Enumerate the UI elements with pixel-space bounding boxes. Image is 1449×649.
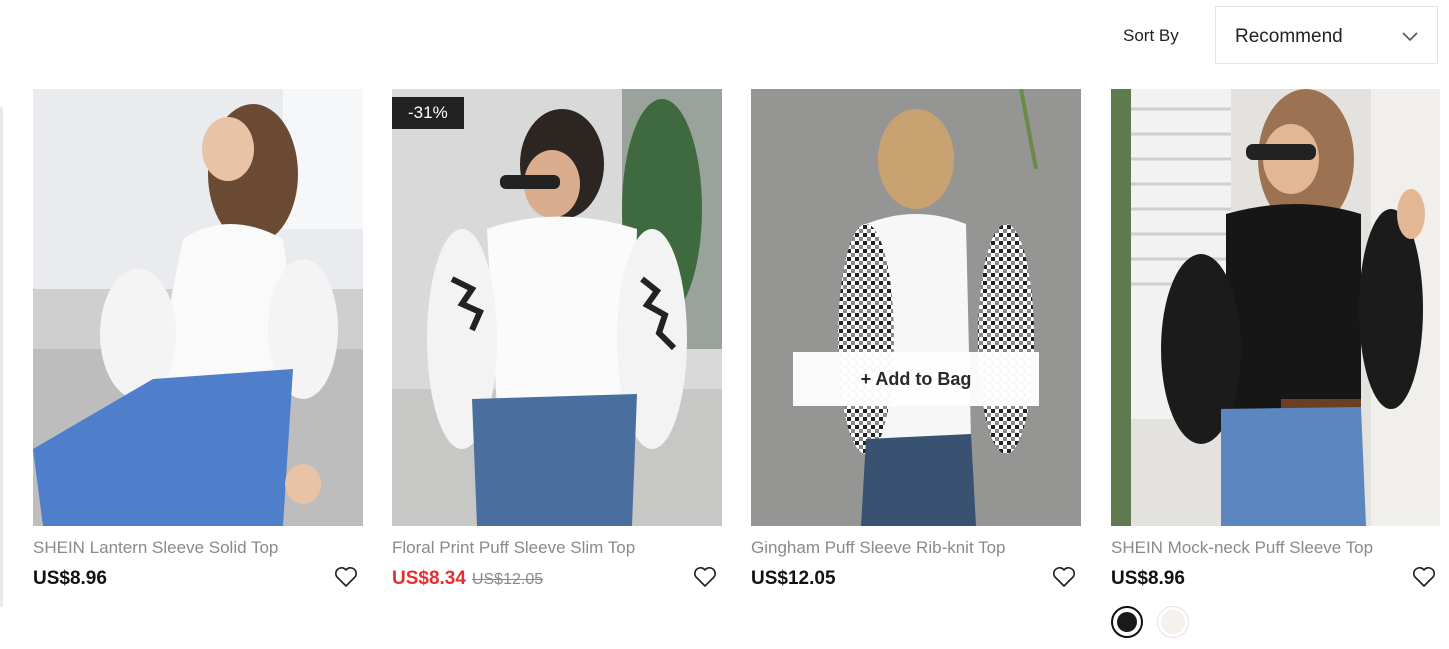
product-card[interactable]: SHEIN Lantern Sleeve Solid Top US$8.96	[33, 89, 363, 592]
product-title[interactable]: SHEIN Mock-neck Puff Sleeve Top	[1111, 538, 1441, 558]
product-card[interactable]: SHEIN Mock-neck Puff Sleeve Top US$8.96	[1111, 89, 1441, 638]
sale-price: US$8.34	[392, 568, 466, 589]
product-price: US$12.05	[751, 568, 836, 589]
product-image[interactable]	[33, 89, 363, 526]
product-image[interactable]: -31%	[392, 89, 722, 526]
heart-outline-icon[interactable]	[692, 564, 718, 590]
swatch-white[interactable]	[1157, 606, 1189, 638]
product-title[interactable]: SHEIN Lantern Sleeve Solid Top	[33, 538, 363, 558]
product-card[interactable]: -31% Floral Print Puff Sleeve Slim Top U…	[392, 89, 722, 592]
heart-outline-icon[interactable]	[1051, 564, 1077, 590]
price-row: US$12.05	[751, 567, 1081, 592]
product-title[interactable]: Gingham Puff Sleeve Rib-knit Top	[751, 538, 1081, 558]
chevron-down-icon	[1402, 32, 1418, 42]
price-row: US$8.96	[33, 567, 363, 592]
product-price: US$8.96	[1111, 568, 1185, 589]
product-title[interactable]: Floral Print Puff Sleeve Slim Top	[392, 538, 722, 558]
price-row: US$8.34 US$12.05	[392, 567, 722, 592]
add-to-bag-button[interactable]: + Add to Bag	[793, 352, 1039, 406]
side-panel-edge	[0, 107, 3, 607]
discount-badge: -31%	[392, 97, 464, 129]
product-card[interactable]: + Add to Bag Gingham Puff Sleeve Rib-kni…	[751, 89, 1081, 592]
sort-selected-value: Recommend	[1235, 26, 1343, 47]
original-price: US$12.05	[471, 571, 544, 588]
swatch-black[interactable]	[1111, 606, 1143, 638]
color-swatches	[1111, 606, 1441, 638]
product-image[interactable]	[1111, 89, 1440, 526]
price-row: US$8.96	[1111, 567, 1441, 592]
heart-outline-icon[interactable]	[1411, 564, 1437, 590]
heart-outline-icon[interactable]	[333, 564, 359, 590]
product-image[interactable]: + Add to Bag	[751, 89, 1081, 526]
sort-dropdown[interactable]: Recommend	[1215, 6, 1438, 64]
product-price: US$8.96	[33, 568, 107, 589]
sort-by-label: Sort By	[1123, 26, 1179, 45]
